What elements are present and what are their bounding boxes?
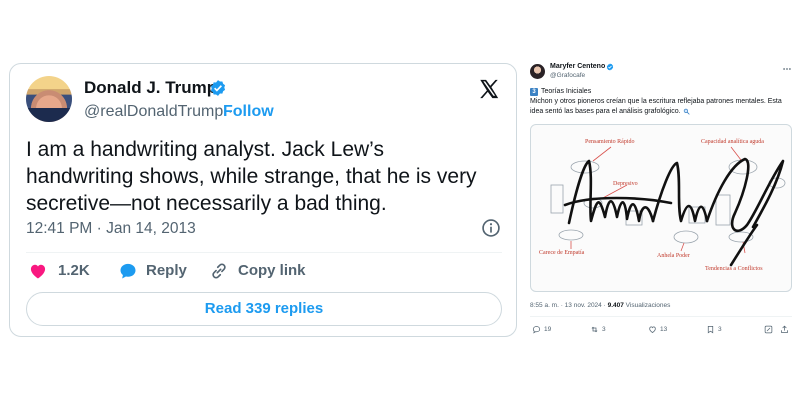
label-pensamiento-rapido: Pensamiento Rápido (585, 139, 635, 145)
bookmark-count: 3 (718, 326, 722, 334)
handle-text: @realDonaldTrump (84, 103, 224, 120)
share-icon[interactable] (780, 325, 789, 334)
tweet-heading: Teorías Iniciales (541, 88, 592, 95)
label-carece-empatia: Carece de Empatía (539, 250, 585, 256)
like-count: 13 (660, 326, 668, 334)
label-tendencias-conflictos: Tendencias a Conflictos (705, 266, 763, 272)
bookmark-action[interactable]: 3 (706, 325, 722, 334)
verified-badge-icon (606, 63, 614, 71)
embedded-tweet-card: Donald J. Trump @realDonaldTrump · Follo… (9, 63, 517, 337)
label-capacidad-analitica: Capacidad analítica aguda (701, 139, 764, 145)
avatar[interactable] (530, 64, 545, 79)
label-depresivo: Depresivo (613, 181, 638, 187)
repost-count: 3 (602, 326, 606, 334)
author-name[interactable]: Maryfer Centeno (550, 63, 605, 70)
like-action[interactable]: 13 (648, 325, 667, 334)
bookmark-icon (707, 325, 714, 334)
reply-count: 19 (544, 326, 552, 334)
copy-link-button[interactable]: Copy link (238, 262, 306, 279)
author-name[interactable]: Donald J. Trump (84, 78, 217, 98)
follow-button[interactable]: Follow (223, 103, 274, 121)
heart-icon (649, 326, 656, 333)
views-label: Visualizaciones (625, 302, 671, 309)
signature-analysis-image[interactable]: Pensamiento Rápido Capacidad analítica a… (530, 124, 792, 292)
avatar[interactable] (26, 76, 72, 122)
grok-icon[interactable] (764, 325, 773, 334)
x-logo-icon[interactable] (478, 78, 500, 100)
tweet-screenshot: Maryfer Centeno @Grafocafe 3 Teorías Ini… (524, 60, 796, 346)
views-count: 9.407 (607, 302, 624, 309)
magnifying-glass-icon (683, 108, 690, 115)
author-handle[interactable]: @Grafocafe (550, 72, 585, 79)
tweet-meta: 8:55 a. m. · 13 nov. 2024 · 9.407 Visual… (530, 302, 670, 309)
link-icon[interactable] (209, 261, 229, 281)
info-icon[interactable] (481, 218, 501, 238)
verified-badge-icon (210, 80, 226, 96)
tweet-text: Michon y otros pioneros creían que la es… (530, 97, 792, 117)
reply-bubble-icon[interactable] (118, 261, 138, 281)
repost-icon (591, 326, 598, 333)
tweet-body: Michon y otros pioneros creían que la es… (530, 98, 782, 115)
repost-action[interactable]: 3 (590, 325, 606, 334)
reply-icon (532, 326, 541, 334)
number-badge: 3 (530, 88, 538, 96)
divider (26, 252, 502, 253)
author-handle[interactable]: @realDonaldTrump · (84, 103, 233, 121)
reply-action[interactable]: 19 (532, 325, 551, 334)
more-options-icon[interactable] (782, 64, 792, 74)
divider (530, 316, 792, 317)
tweet-timestamp[interactable]: 8:55 a. m. · 13 nov. 2024 · (530, 302, 606, 309)
label-anhela-poder: Anhela Poder (657, 253, 690, 259)
tweet-text: I am a handwriting analyst. Jack Lew’s h… (26, 138, 477, 215)
read-replies-button[interactable]: Read 339 replies (26, 292, 502, 326)
tweet-timestamp[interactable]: 12:41 PM · Jan 14, 2013 (26, 220, 196, 238)
like-count[interactable]: 1.2K (58, 262, 90, 279)
heart-icon[interactable] (28, 261, 48, 281)
reply-button[interactable]: Reply (146, 262, 187, 279)
